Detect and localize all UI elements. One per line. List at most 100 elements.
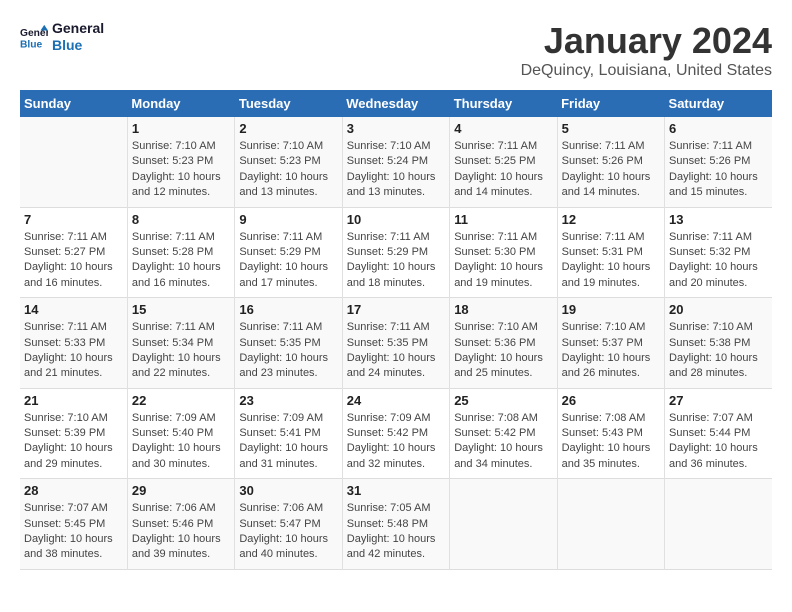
day-number: 17 — [347, 302, 445, 317]
day-detail: Sunrise: 7:11 AMSunset: 5:29 PMDaylight:… — [347, 230, 445, 292]
day-number: 28 — [24, 483, 123, 498]
day-number: 18 — [454, 302, 552, 317]
day-number: 21 — [24, 393, 123, 408]
calendar-cell: 28 Sunrise: 7:07 AMSunset: 5:45 PMDayligh… — [20, 479, 127, 570]
day-number: 2 — [239, 121, 337, 136]
day-number: 31 — [347, 483, 445, 498]
calendar-cell — [557, 479, 664, 570]
day-number: 9 — [239, 212, 337, 227]
calendar-cell: 27 Sunrise: 7:07 AMSunset: 5:44 PMDayligh… — [665, 388, 772, 479]
day-number: 3 — [347, 121, 445, 136]
day-number: 12 — [562, 212, 660, 227]
day-number: 30 — [239, 483, 337, 498]
day-number: 4 — [454, 121, 552, 136]
day-detail: Sunrise: 7:11 AMSunset: 5:25 PMDaylight:… — [454, 139, 552, 201]
calendar-cell: 1 Sunrise: 7:10 AMSunset: 5:23 PMDaylight… — [127, 117, 234, 207]
day-number: 7 — [24, 212, 123, 227]
day-number: 1 — [132, 121, 230, 136]
header-day-monday: Monday — [127, 90, 234, 117]
day-number: 25 — [454, 393, 552, 408]
week-row-3: 14 Sunrise: 7:11 AMSunset: 5:33 PMDayligh… — [20, 298, 772, 389]
svg-text:Blue: Blue — [20, 39, 43, 50]
day-number: 15 — [132, 302, 230, 317]
calendar-cell: 22 Sunrise: 7:09 AMSunset: 5:40 PMDayligh… — [127, 388, 234, 479]
calendar-cell: 7 Sunrise: 7:11 AMSunset: 5:27 PMDaylight… — [20, 207, 127, 298]
logo-line1: General — [52, 20, 104, 37]
calendar-cell: 29 Sunrise: 7:06 AMSunset: 5:46 PMDayligh… — [127, 479, 234, 570]
day-detail: Sunrise: 7:11 AMSunset: 5:31 PMDaylight:… — [562, 230, 660, 292]
calendar-cell: 4 Sunrise: 7:11 AMSunset: 5:25 PMDaylight… — [450, 117, 557, 207]
calendar-cell: 9Sunrise: 7:11 AMSunset: 5:29 PMDaylight… — [235, 207, 342, 298]
day-detail: Sunrise: 7:09 AMSunset: 5:42 PMDaylight:… — [347, 411, 445, 473]
day-number: 29 — [132, 483, 230, 498]
day-detail: Sunrise: 7:11 AMSunset: 5:26 PMDaylight:… — [562, 139, 660, 201]
day-detail: Sunrise: 7:05 AMSunset: 5:48 PMDaylight:… — [347, 501, 445, 563]
day-detail: Sunrise: 7:10 AMSunset: 5:24 PMDaylight:… — [347, 139, 445, 201]
day-detail: Sunrise: 7:10 AMSunset: 5:23 PMDaylight:… — [132, 139, 230, 201]
day-number: 5 — [562, 121, 660, 136]
header-day-saturday: Saturday — [665, 90, 772, 117]
day-detail: Sunrise: 7:07 AMSunset: 5:45 PMDaylight:… — [24, 501, 123, 563]
calendar-cell: 2 Sunrise: 7:10 AMSunset: 5:23 PMDaylight… — [235, 117, 342, 207]
header-day-tuesday: Tuesday — [235, 90, 342, 117]
day-number: 27 — [669, 393, 768, 408]
calendar-cell: 14 Sunrise: 7:11 AMSunset: 5:33 PMDayligh… — [20, 298, 127, 389]
week-row-1: 1 Sunrise: 7:10 AMSunset: 5:23 PMDaylight… — [20, 117, 772, 207]
day-detail: Sunrise: 7:09 AMSunset: 5:40 PMDaylight:… — [132, 411, 230, 473]
day-detail: Sunrise: 7:10 AMSunset: 5:36 PMDaylight:… — [454, 320, 552, 382]
header-day-sunday: Sunday — [20, 90, 127, 117]
calendar-cell: 24 Sunrise: 7:09 AMSunset: 5:42 PMDayligh… — [342, 388, 449, 479]
header-day-friday: Friday — [557, 90, 664, 117]
day-detail: Sunrise: 7:11 AMSunset: 5:28 PMDaylight:… — [132, 230, 230, 292]
logo-line2: Blue — [52, 37, 104, 54]
header-day-thursday: Thursday — [450, 90, 557, 117]
calendar-cell: 17 Sunrise: 7:11 AMSunset: 5:35 PMDayligh… — [342, 298, 449, 389]
calendar-cell: 21 Sunrise: 7:10 AMSunset: 5:39 PMDayligh… — [20, 388, 127, 479]
day-detail: Sunrise: 7:07 AMSunset: 5:44 PMDaylight:… — [669, 411, 768, 473]
day-detail: Sunrise: 7:11 AMSunset: 5:32 PMDaylight:… — [669, 230, 768, 292]
day-detail: Sunrise: 7:11 AMSunset: 5:27 PMDaylight:… — [24, 230, 123, 292]
day-detail: Sunrise: 7:10 AMSunset: 5:39 PMDaylight:… — [24, 411, 123, 473]
calendar-cell: 12 Sunrise: 7:11 AMSunset: 5:31 PMDayligh… — [557, 207, 664, 298]
calendar-cell: 13 Sunrise: 7:11 AMSunset: 5:32 PMDayligh… — [665, 207, 772, 298]
week-row-2: 7 Sunrise: 7:11 AMSunset: 5:27 PMDaylight… — [20, 207, 772, 298]
day-number: 16 — [239, 302, 337, 317]
day-detail: Sunrise: 7:08 AMSunset: 5:42 PMDaylight:… — [454, 411, 552, 473]
day-detail: Sunrise: 7:11 AMSunset: 5:35 PMDaylight:… — [347, 320, 445, 382]
calendar-cell: 5 Sunrise: 7:11 AMSunset: 5:26 PMDaylight… — [557, 117, 664, 207]
logo-icon: General Blue — [20, 23, 48, 51]
calendar-cell — [450, 479, 557, 570]
day-number: 20 — [669, 302, 768, 317]
calendar-cell: 25 Sunrise: 7:08 AMSunset: 5:42 PMDayligh… — [450, 388, 557, 479]
day-detail: Sunrise: 7:11 AMSunset: 5:34 PMDaylight:… — [132, 320, 230, 382]
day-detail: Sunrise: 7:11 AMSunset: 5:30 PMDaylight:… — [454, 230, 552, 292]
day-number: 10 — [347, 212, 445, 227]
day-detail: Sunrise: 7:10 AMSunset: 5:23 PMDaylight:… — [239, 139, 337, 201]
day-number: 22 — [132, 393, 230, 408]
day-detail: Sunrise: 7:10 AMSunset: 5:38 PMDaylight:… — [669, 320, 768, 382]
day-number: 13 — [669, 212, 768, 227]
calendar-cell: 31 Sunrise: 7:05 AMSunset: 5:48 PMDayligh… — [342, 479, 449, 570]
day-number: 8 — [132, 212, 230, 227]
day-detail: Sunrise: 7:10 AMSunset: 5:37 PMDaylight:… — [562, 320, 660, 382]
calendar-cell: 20 Sunrise: 7:10 AMSunset: 5:38 PMDayligh… — [665, 298, 772, 389]
subtitle: DeQuincy, Louisiana, United States — [521, 62, 772, 80]
calendar-cell: 10 Sunrise: 7:11 AMSunset: 5:29 PMDayligh… — [342, 207, 449, 298]
header-row: SundayMondayTuesdayWednesdayThursdayFrid… — [20, 90, 772, 117]
main-title: January 2024 — [521, 20, 772, 62]
day-detail: Sunrise: 7:11 AMSunset: 5:33 PMDaylight:… — [24, 320, 123, 382]
day-detail: Sunrise: 7:11 AMSunset: 5:26 PMDaylight:… — [669, 139, 768, 201]
day-number: 19 — [562, 302, 660, 317]
day-detail: Sunrise: 7:06 AMSunset: 5:46 PMDaylight:… — [132, 501, 230, 563]
calendar-cell: 18 Sunrise: 7:10 AMSunset: 5:36 PMDayligh… — [450, 298, 557, 389]
logo: General Blue General Blue — [20, 20, 104, 54]
header: General Blue General Blue January 2024 D… — [20, 20, 772, 80]
calendar-table: SundayMondayTuesdayWednesdayThursdayFrid… — [20, 90, 772, 570]
calendar-cell: 8 Sunrise: 7:11 AMSunset: 5:28 PMDaylight… — [127, 207, 234, 298]
calendar-cell: 3 Sunrise: 7:10 AMSunset: 5:24 PMDaylight… — [342, 117, 449, 207]
day-number: 14 — [24, 302, 123, 317]
title-area: January 2024 DeQuincy, Louisiana, United… — [521, 20, 772, 80]
day-detail: Sunrise: 7:08 AMSunset: 5:43 PMDaylight:… — [562, 411, 660, 473]
day-number: 24 — [347, 393, 445, 408]
calendar-cell — [665, 479, 772, 570]
